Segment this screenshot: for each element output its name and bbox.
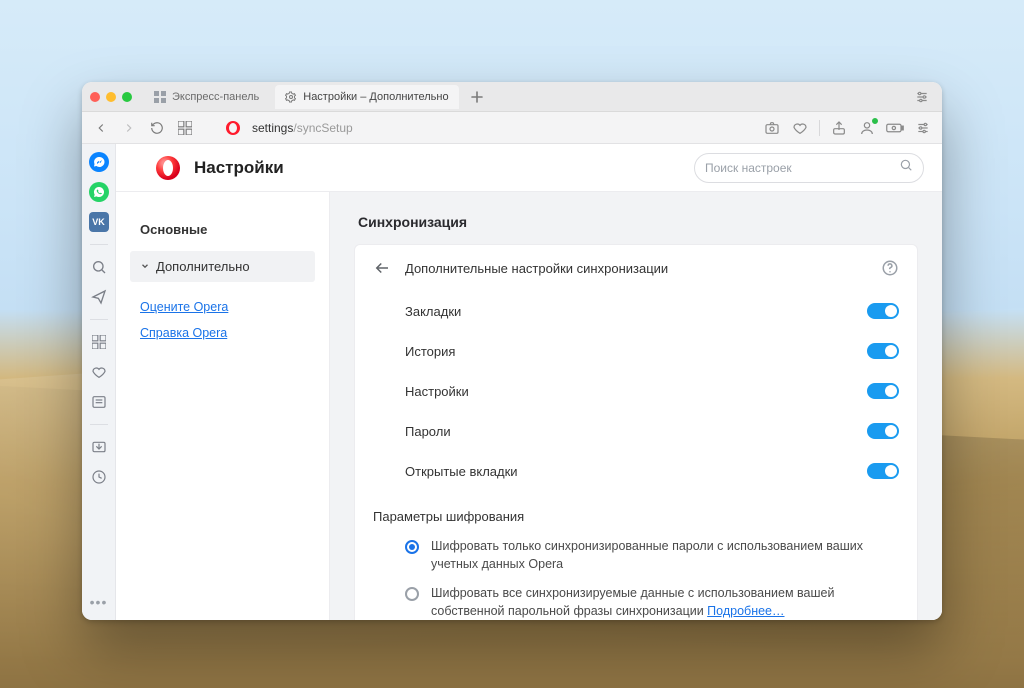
settings-search[interactable] — [694, 153, 924, 183]
new-tab-button[interactable] — [465, 85, 489, 109]
settings-main: Синхронизация Дополнительные настройки с… — [330, 192, 942, 620]
sync-card-header: Дополнительные настройки синхронизации — [355, 245, 917, 291]
close-window-button[interactable] — [90, 92, 100, 102]
row-label: Настройки — [405, 384, 469, 399]
forward-button[interactable] — [120, 119, 138, 137]
radio-label: Шифровать все синхронизируемые данные с … — [431, 585, 899, 620]
tab-strip: Экспресс-панель Настройки – Дополнительн… — [82, 82, 942, 112]
sidebar-item-basic[interactable]: Основные — [130, 214, 315, 245]
sync-row-settings: Настройки — [355, 371, 917, 411]
sync-card: Дополнительные настройки синхронизации З… — [354, 244, 918, 620]
sidebar-link-rate[interactable]: Оцените Opera — [140, 300, 305, 314]
extensions-button[interactable] — [914, 119, 932, 137]
sync-row-tabs: Открытые вкладки — [355, 451, 917, 491]
sidebar-link-help[interactable]: Справка Opera — [140, 326, 305, 340]
sidebar-more-button[interactable]: ••• — [89, 592, 109, 612]
encryption-option-1[interactable]: Шифровать только синхронизированные паро… — [355, 532, 917, 579]
news-sidebar-icon[interactable] — [89, 392, 109, 412]
section-title-sync: Синхронизация — [358, 214, 918, 230]
vk-icon[interactable]: VK — [89, 212, 109, 232]
help-icon[interactable] — [881, 259, 899, 277]
battery-saver-button[interactable] — [886, 119, 904, 137]
whatsapp-icon[interactable] — [89, 182, 109, 202]
page-header: Настройки — [116, 144, 942, 192]
share-button[interactable] — [830, 119, 848, 137]
opera-logo-icon — [156, 156, 180, 180]
url-host: settings — [252, 121, 293, 135]
site-identity-icon[interactable] — [224, 119, 242, 137]
messenger-icon[interactable] — [89, 152, 109, 172]
row-label: Пароли — [405, 424, 451, 439]
page-title: Настройки — [194, 158, 284, 178]
chevron-down-icon — [140, 259, 150, 274]
sync-row-passwords: Пароли — [355, 411, 917, 451]
toggle-tabs[interactable] — [867, 463, 899, 479]
sync-card-title: Дополнительные настройки синхронизации — [405, 261, 867, 276]
encryption-title: Параметры шифрования — [355, 491, 917, 532]
row-label: Закладки — [405, 304, 461, 319]
window-controls — [90, 92, 132, 102]
sync-row-bookmarks: Закладки — [355, 291, 917, 331]
toggle-history[interactable] — [867, 343, 899, 359]
url-field[interactable]: settings/syncSetup — [252, 121, 753, 135]
bookmark-heart-button[interactable] — [791, 119, 809, 137]
send-icon[interactable] — [89, 287, 109, 307]
easy-setup-button[interactable] — [910, 85, 934, 109]
snapshot-button[interactable] — [763, 119, 781, 137]
history-sidebar-icon[interactable] — [89, 467, 109, 487]
maximize-window-button[interactable] — [122, 92, 132, 102]
sidebar-item-advanced[interactable]: Дополнительно — [130, 251, 315, 282]
settings-search-input[interactable] — [705, 161, 891, 175]
encryption-option-2[interactable]: Шифровать все синхронизируемые данные с … — [355, 579, 917, 620]
row-label: Открытые вкладки — [405, 464, 518, 479]
settings-sidebar: Основные Дополнительно Оцените Opera Спр… — [116, 192, 330, 620]
speed-dial-button[interactable] — [176, 119, 194, 137]
radio-label: Шифровать только синхронизированные паро… — [431, 538, 899, 573]
toolbar-right — [763, 119, 932, 137]
tab-settings[interactable]: Настройки – Дополнительно — [275, 85, 458, 109]
minimize-window-button[interactable] — [106, 92, 116, 102]
toggle-settings[interactable] — [867, 383, 899, 399]
radio-icon — [405, 587, 419, 601]
toggle-passwords[interactable] — [867, 423, 899, 439]
search-icon — [899, 158, 913, 177]
row-label: История — [405, 344, 455, 359]
sidebar-item-label: Дополнительно — [156, 259, 250, 274]
radio-icon — [405, 540, 419, 554]
bookmarks-sidebar-icon[interactable] — [89, 362, 109, 382]
speed-dial-sidebar-icon[interactable] — [89, 332, 109, 352]
browser-window: Экспресс-панель Настройки – Дополнительн… — [82, 82, 942, 620]
sync-row-history: История — [355, 331, 917, 371]
address-bar: settings/syncSetup — [82, 112, 942, 144]
toggle-bookmarks[interactable] — [867, 303, 899, 319]
tab-speed-dial[interactable]: Экспресс-панель — [144, 85, 269, 109]
downloads-sidebar-icon[interactable] — [89, 437, 109, 457]
learn-more-link[interactable]: Подробнее… — [707, 604, 784, 618]
speed-dial-icon — [154, 91, 166, 103]
profile-button[interactable] — [858, 119, 876, 137]
gear-icon — [285, 91, 297, 103]
tab-label: Экспресс-панель — [172, 91, 259, 103]
back-button[interactable] — [92, 119, 110, 137]
page: Настройки Основные Дополнительно — [116, 144, 942, 620]
url-path: /syncSetup — [293, 121, 352, 135]
tab-label: Настройки – Дополнительно — [303, 91, 448, 103]
left-rail: VK •• — [82, 144, 116, 620]
reload-button[interactable] — [148, 119, 166, 137]
back-arrow-button[interactable] — [373, 259, 391, 277]
search-sidebar-icon[interactable] — [89, 257, 109, 277]
